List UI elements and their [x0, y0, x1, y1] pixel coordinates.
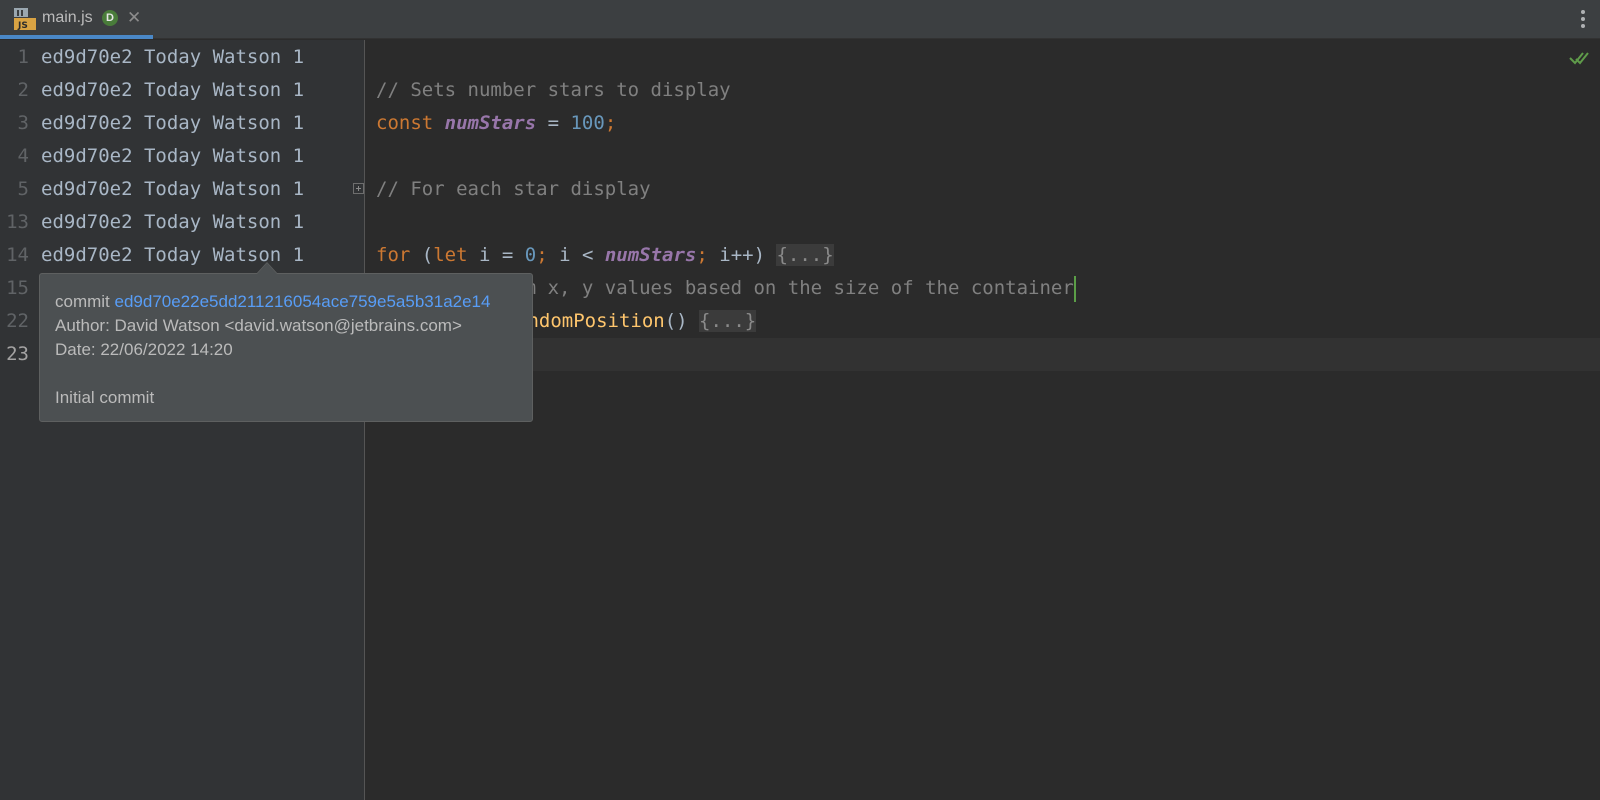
close-icon[interactable]: ✕	[127, 8, 141, 28]
annotation-text[interactable]: ed9d70e2 Today Watson 1	[41, 206, 304, 239]
line-number-current: 23	[6, 343, 29, 365]
code-line: andomPosition() {...}	[366, 272, 1600, 332]
annotation-text[interactable]: ed9d70e2 Today Watson 1	[41, 107, 304, 140]
line-number: 22	[6, 310, 29, 332]
svg-text:JS: JS	[17, 21, 28, 31]
line-number: 2	[17, 79, 29, 101]
function-name: andomPosition	[516, 310, 665, 332]
javascript-file-icon: JS	[14, 8, 36, 31]
line-number: 15	[6, 277, 29, 299]
commit-label: commit	[55, 292, 115, 311]
code-line: for (let i = 0; i < numStars; i++) {...}	[353, 173, 1600, 266]
annotation-row: 4 ed9d70e2 Today Watson 1	[0, 140, 365, 173]
vcs-status-badge: D	[102, 10, 118, 26]
fold-expand-icon[interactable]	[353, 183, 364, 194]
annotation-row: 2 ed9d70e2 Today Watson 1	[0, 74, 365, 107]
line-number: 5	[17, 178, 29, 200]
semicolon: ;	[604, 112, 617, 134]
annotation-text[interactable]: ed9d70e2 Today Watson 1	[41, 173, 304, 206]
code-line: const numStars = 100;	[366, 74, 1600, 134]
annotation-text[interactable]: ed9d70e2 Today Watson 1	[41, 74, 304, 107]
commit-hash-link[interactable]: ed9d70e22e5dd211216054ace759e5a5b31a2e14	[115, 292, 491, 311]
number: 100	[570, 112, 605, 134]
variable: numStars	[444, 112, 537, 134]
code-editor[interactable]: // Sets number stars to display const nu…	[353, 40, 1600, 800]
commit-info-popup: commit ed9d70e22e5dd211216054ace759e5a5b…	[39, 262, 533, 422]
popup-arrow-fill	[257, 263, 277, 274]
keyword: const	[376, 112, 445, 134]
line-number: 14	[6, 244, 29, 266]
annotation-row: 1 ed9d70e2 Today Watson 1	[0, 41, 365, 74]
line-number: 1	[17, 46, 29, 68]
line-number: 13	[6, 211, 29, 233]
code-line: // Sets number stars to display	[366, 41, 1600, 101]
folded-region[interactable]: {...}	[699, 310, 757, 332]
punctuation: ()	[664, 310, 700, 332]
tab-main-js[interactable]: JS main.js D ✕	[0, 0, 153, 39]
annotation-row: 14 ed9d70e2 Today Watson 1	[0, 239, 365, 272]
tab-filename: main.js	[42, 9, 93, 26]
active-tab-indicator	[0, 35, 153, 39]
more-vertical-icon[interactable]	[1580, 9, 1586, 29]
annotation-text[interactable]: ed9d70e2 Today Watson 1	[41, 140, 304, 173]
annotation-text[interactable]: ed9d70e2 Today Watson 1	[41, 41, 304, 74]
commit-author: Author: David Watson <david.watson@jetbr…	[55, 316, 462, 335]
commit-line: commit ed9d70e22e5dd211216054ace759e5a5b…	[55, 292, 490, 312]
annotation-row: 13 ed9d70e2 Today Watson 1	[0, 206, 365, 239]
annotation-row: 3 ed9d70e2 Today Watson 1	[0, 107, 365, 140]
code-line: // For each star display	[366, 140, 1600, 200]
line-number: 4	[17, 145, 29, 167]
checkmark-icon[interactable]	[1569, 50, 1589, 66]
editor-tab-bar: JS main.js D ✕	[0, 0, 1600, 39]
annotation-row: 5 ed9d70e2 Today Watson 1	[0, 173, 365, 206]
operator: =	[536, 112, 571, 134]
code-line: // Gets random x, y values based on the …	[366, 239, 1600, 302]
commit-date: Date: 22/06/2022 14:20	[55, 340, 233, 359]
current-line-highlight	[366, 338, 1600, 371]
line-number: 3	[17, 112, 29, 134]
commit-message: Initial commit	[55, 388, 155, 407]
